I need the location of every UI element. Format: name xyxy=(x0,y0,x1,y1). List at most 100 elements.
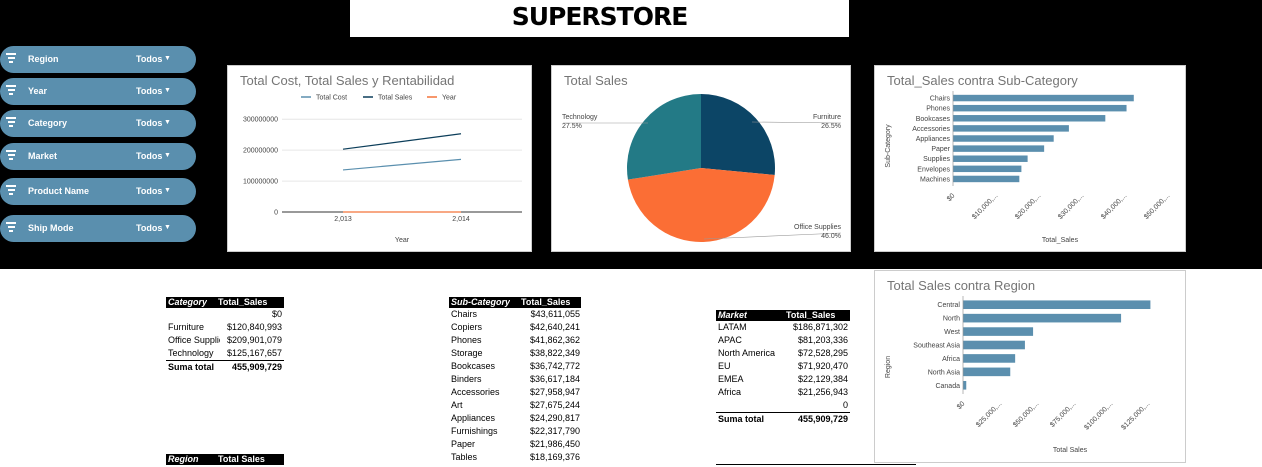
table-row: Bookcases $36,742,772 xyxy=(449,360,581,373)
table-cell: $38,822,349 xyxy=(529,348,580,358)
table-cell: Tables xyxy=(451,452,478,462)
table-cell: $81,203,336 xyxy=(797,335,848,345)
table-header-cell: Total_Sales xyxy=(521,297,571,307)
table-row: Art $27,675,244 xyxy=(449,399,581,412)
bar xyxy=(953,115,1106,122)
bar xyxy=(953,175,1020,183)
table-cell: 455,909,729 xyxy=(231,362,282,372)
legend-label: Year xyxy=(442,95,457,102)
bar-category-label: Appliances xyxy=(916,136,951,143)
dashboard-title-box: SUPERSTORE xyxy=(350,0,849,37)
table-cell: Suma total xyxy=(168,362,215,372)
pie-chart-card: Total Sales Furniture 26.5% Office Supplie… xyxy=(551,65,851,252)
table-cell: $18,169,376 xyxy=(529,452,580,462)
filter-category[interactable]: Category Todos ▼ xyxy=(0,110,196,137)
table-row: Binders $36,617,184 xyxy=(449,373,581,386)
x-tick-label: $20,000,... xyxy=(1014,192,1042,220)
table-cell: Copiers xyxy=(451,322,483,332)
filter-year[interactable]: Year Todos ▼ xyxy=(0,78,196,105)
subcategory-table: Sub-Category Total_Sales Chairs $43,611,0… xyxy=(449,297,581,464)
bar-category-label: Paper xyxy=(931,146,950,153)
table-row: APAC $81,203,336 xyxy=(716,334,850,347)
table-row: Appliances $24,290,817 xyxy=(449,412,581,425)
bar-category-label: Africa xyxy=(942,356,960,363)
y-axis-label: Sub-Category xyxy=(885,124,892,168)
x-axis-label: Total_Sales xyxy=(1042,237,1079,244)
table-cell: Office Supplies xyxy=(168,335,220,345)
bar-category-label: Bookcases xyxy=(916,116,951,123)
slice-label: Furniture xyxy=(813,114,841,121)
table-cell: Phones xyxy=(451,335,482,345)
table-cell: $125,167,657 xyxy=(226,348,282,358)
bar-category-label: North Asia xyxy=(928,369,960,376)
dropdown-caret-icon: ▼ xyxy=(164,187,171,194)
filter-value: Todos xyxy=(136,54,163,64)
x-tick-label: $0 xyxy=(956,400,967,411)
bar-category-label: Machines xyxy=(920,176,950,183)
table-cell: Appliances xyxy=(451,413,496,423)
bar xyxy=(953,94,1134,102)
table-cell: $209,901,079 xyxy=(226,335,282,345)
filter-value: Todos xyxy=(136,186,163,196)
divider xyxy=(716,464,916,465)
x-axis-label: Year xyxy=(395,237,410,244)
table-cell: Furniture xyxy=(168,322,205,332)
dashboard-title: SUPERSTORE xyxy=(511,2,689,31)
slice-label: Office Supplies xyxy=(794,224,841,231)
slice-percent: 27.5% xyxy=(562,123,582,130)
table-cell: $27,958,947 xyxy=(529,387,580,397)
market-table: Market Total_Sales LATAM $186,871,302 APAC… xyxy=(716,310,850,425)
dropdown-caret-icon: ▼ xyxy=(164,119,171,126)
table-header-cell: Total_Sales xyxy=(218,297,268,307)
x-tick-label: $75,000,... xyxy=(1049,400,1077,428)
table-cell: Furnishings xyxy=(451,426,498,436)
table-row: $0 xyxy=(166,308,284,321)
bar-category-label: Chairs xyxy=(930,96,951,103)
slice-percent: 26.5% xyxy=(821,123,841,130)
line-chart: 0 100000000 200000000 300000000 2,013 2,014 Ye… xyxy=(243,95,522,244)
filter-value: Todos xyxy=(136,151,163,161)
subcategory-bar-chart: Chairs Phones Bookcases Accessories Applianc… xyxy=(885,91,1171,244)
table-cell: 455,909,729 xyxy=(797,414,848,424)
bar-category-label: Central xyxy=(937,302,960,309)
table-row: EU $71,920,470 xyxy=(716,360,850,373)
filter-icon xyxy=(6,150,16,162)
filter-market[interactable]: Market Todos ▼ xyxy=(0,143,196,170)
bar xyxy=(963,340,1025,350)
table-cell: $36,742,772 xyxy=(529,361,580,371)
bar-category-label: Envelopes xyxy=(917,166,950,173)
region-table: Region Total Sales xyxy=(166,454,284,465)
table-row: Tables $18,169,376 xyxy=(449,451,581,464)
filter-icon xyxy=(6,53,16,65)
bar-category-label: Accessories xyxy=(912,126,950,133)
table-row: North America $72,528,295 xyxy=(716,347,850,360)
filter-product-name[interactable]: Product Name Todos ▼ xyxy=(0,178,196,205)
table-cell: $36,617,184 xyxy=(529,374,580,384)
bar xyxy=(963,300,1151,310)
table-header-cell: Region xyxy=(168,454,199,464)
bar xyxy=(953,165,1022,173)
bar xyxy=(963,380,967,390)
table-row: Office Supplies $209,901,079 xyxy=(166,334,284,347)
bar xyxy=(953,104,1127,112)
table-total-row: Suma total 455,909,729 xyxy=(716,412,850,425)
table-header-cell: Market xyxy=(718,310,748,320)
table-row: Chairs $43,611,055 xyxy=(449,308,581,321)
x-tick-label: $50,000,... xyxy=(1143,192,1171,220)
dropdown-caret-icon: ▼ xyxy=(164,224,171,231)
table-cell: Africa xyxy=(718,387,742,397)
table-cell: $72,528,295 xyxy=(797,348,848,358)
filter-ship-mode[interactable]: Ship Mode Todos ▼ xyxy=(0,215,196,242)
table-row: Accessories $27,958,947 xyxy=(449,386,581,399)
x-tick-label: 2,014 xyxy=(452,216,470,223)
x-tick-label: 2,013 xyxy=(334,216,352,223)
table-cell: $24,290,817 xyxy=(529,413,580,423)
table-cell: 0 xyxy=(842,400,848,410)
table-row: Furniture $120,840,993 xyxy=(166,321,284,334)
bar-category-label: Supplies xyxy=(923,156,950,163)
bar xyxy=(953,145,1045,152)
table-cell: $21,986,450 xyxy=(529,439,580,449)
filter-region[interactable]: Region Todos ▼ xyxy=(0,46,196,73)
bar-category-label: Canada xyxy=(935,383,960,390)
x-tick-label: $30,000,... xyxy=(1057,192,1085,220)
